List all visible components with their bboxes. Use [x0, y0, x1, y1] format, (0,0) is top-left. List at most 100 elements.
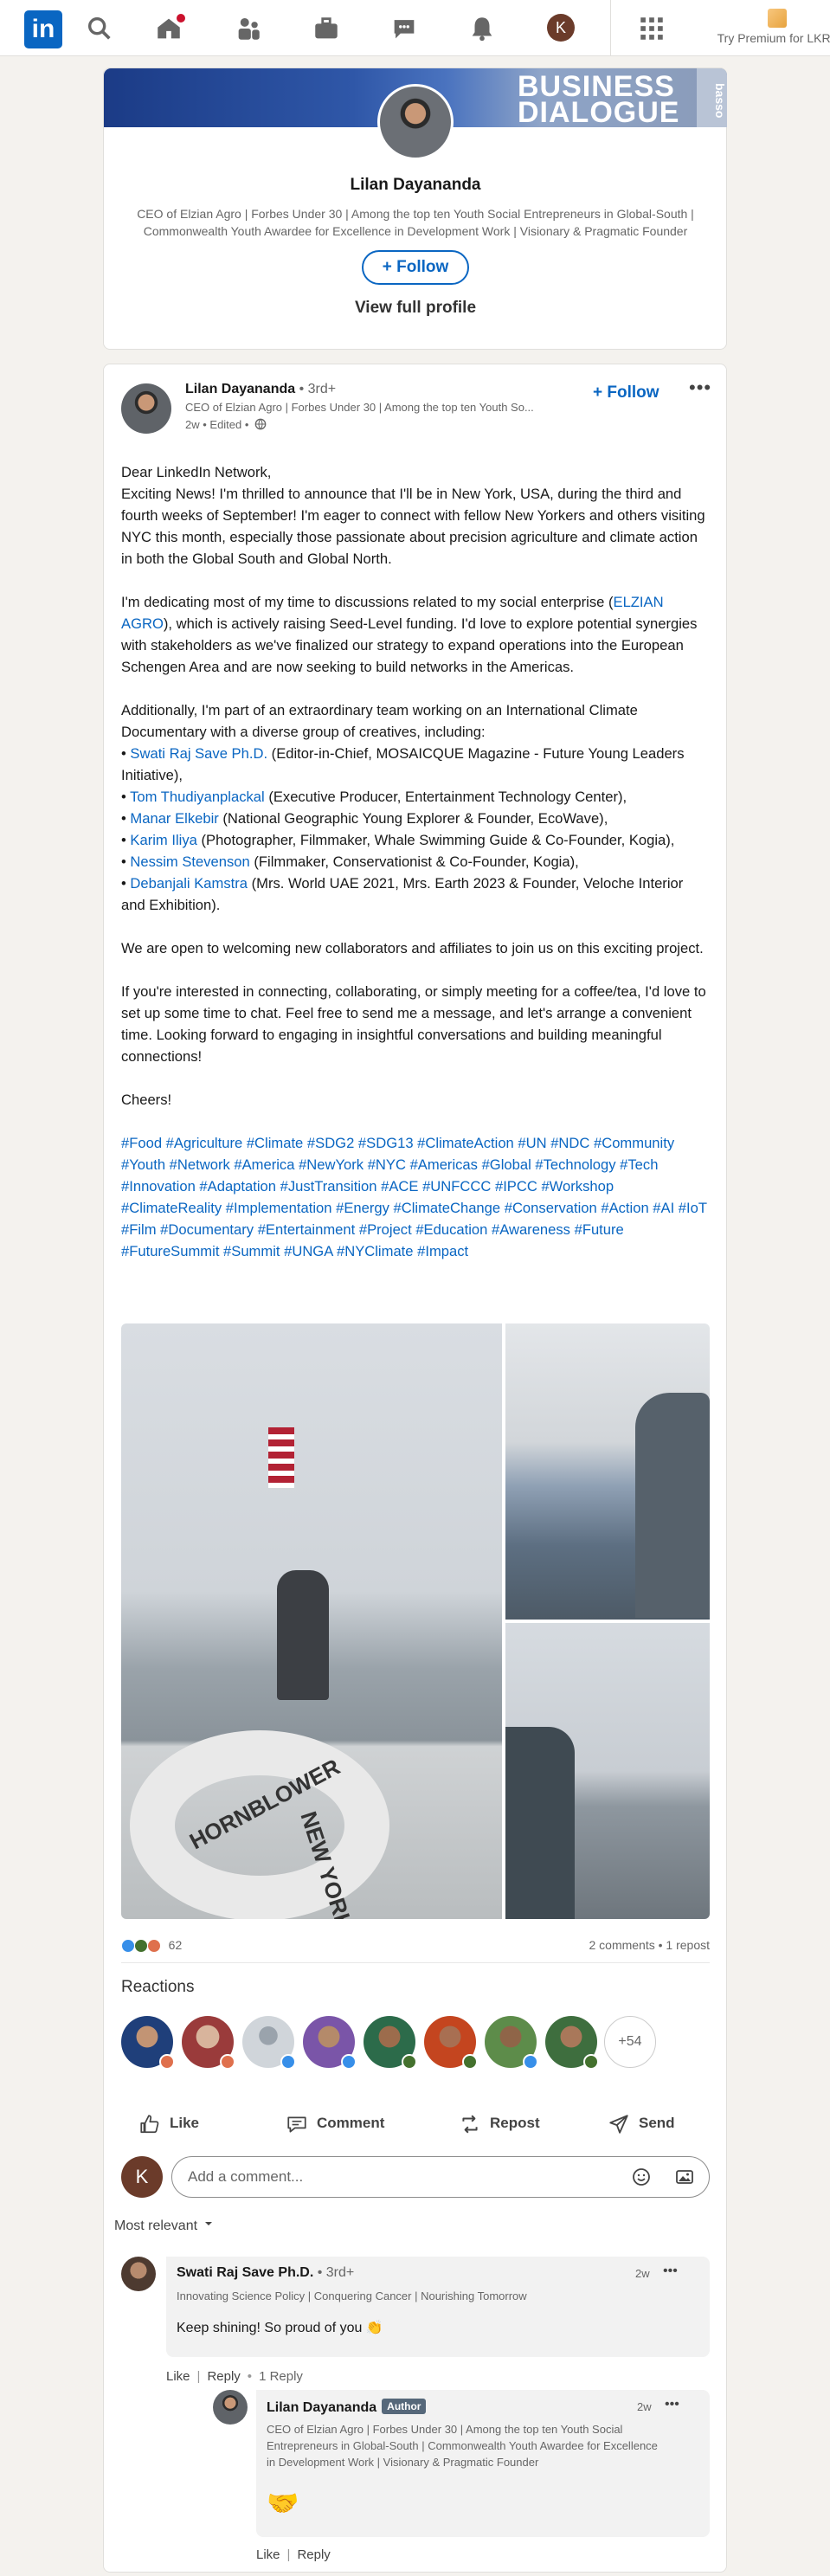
reactor-avatar-placeholder[interactable]	[242, 2016, 296, 2070]
reply-reply-button[interactable]: Reply	[297, 2547, 330, 2562]
linkedin-logo[interactable]: in	[24, 10, 62, 48]
reactor-avatar[interactable]	[364, 2016, 417, 2070]
commenter-headline: Innovating Science Policy | Conquering C…	[177, 2289, 527, 2302]
post-image-grid[interactable]: HORNBLOWER NEW YORK	[121, 1323, 710, 1919]
team-member-link[interactable]: Swati Raj Save Ph.D.	[130, 745, 267, 762]
like-reaction-icon	[280, 2054, 296, 2070]
post-author-headline: CEO of Elzian Agro | Forbes Under 30 | A…	[185, 401, 534, 414]
reply-more-icon[interactable]: •••	[665, 2397, 679, 2412]
team-member-link[interactable]: Manar Elkebir	[130, 810, 218, 827]
team-member-role: (Executive Producer, Entertainment Techn…	[264, 789, 627, 805]
team-member-role: (National Geographic Young Explorer & Fo…	[218, 810, 608, 827]
reactor-avatar[interactable]	[545, 2016, 599, 2070]
premium-label: Try Premium for LKR0	[717, 31, 830, 45]
repost-icon	[462, 2115, 478, 2133]
image-icon[interactable]	[674, 2167, 695, 2187]
profile-follow-button[interactable]: + Follow	[362, 250, 469, 285]
premium-icon	[768, 9, 787, 28]
thumbs-up-icon	[140, 2114, 159, 2133]
comment-like-button[interactable]: Like	[166, 2369, 190, 2384]
team-member-role: (Photographer, Filmmaker, Whale Swimming…	[196, 832, 675, 848]
profile-headline: CEO of Elzian Agro | Forbes Under 30 | A…	[137, 207, 694, 238]
team-member-link[interactable]: Karim Iliya	[130, 832, 196, 848]
view-full-profile-link[interactable]: View full profile	[104, 299, 727, 318]
network-icon[interactable]	[234, 14, 263, 43]
reaction-summary[interactable]: 62	[121, 1938, 182, 1954]
like-reaction-icon	[523, 2054, 538, 2070]
try-premium-link[interactable]: Try Premium for LKR0	[717, 9, 830, 45]
post-paragraph-5: If you're interested in connecting, coll…	[121, 983, 706, 1065]
comment-replies-link[interactable]: 1 Reply	[259, 2369, 303, 2384]
comment-actions: Like | Reply • 1 Reply	[166, 2369, 303, 2384]
reply-author-name[interactable]: Lilan Dayananda	[267, 2400, 376, 2415]
comment-reply-button[interactable]: Reply	[207, 2369, 240, 2384]
reply-like-button[interactable]: Like	[256, 2547, 280, 2562]
more-reactors-button[interactable]: +54	[604, 2016, 656, 2068]
post-image-skyline[interactable]	[505, 1323, 710, 1620]
post-author-name[interactable]: Lilan Dayananda	[185, 382, 295, 396]
reactor-avatar[interactable]	[182, 2016, 235, 2070]
emoji-icon[interactable]	[631, 2167, 652, 2187]
team-intro: Additionally, I'm part of an extraordina…	[121, 702, 638, 740]
post-paragraph-2: I'm dedicating most of my time to discus…	[121, 591, 710, 678]
post-image-boat[interactable]: HORNBLOWER NEW YORK	[121, 1323, 502, 1919]
team-member-link[interactable]: Nessim Stevenson	[130, 853, 249, 870]
post-author-avatar[interactable]	[121, 383, 171, 434]
profile-card: BUSINESS DIALOGUE basso Lilan Dayananda …	[103, 68, 727, 350]
repost-label: Repost	[490, 2115, 540, 2131]
person-on-boat	[277, 1570, 329, 1700]
comment-icon	[287, 2116, 306, 2133]
celebrate-reaction-icon	[133, 1939, 148, 1954]
reply-author-avatar[interactable]	[213, 2390, 248, 2425]
jobs-icon[interactable]	[312, 14, 341, 43]
comment-label: Comment	[317, 2115, 385, 2131]
divider	[121, 1962, 710, 1963]
comment-text: Keep shining! So proud of you 👏	[177, 2321, 383, 2335]
me-avatar[interactable]: K	[547, 14, 575, 42]
comment-button[interactable]: Comment	[286, 2104, 384, 2142]
commenter-name[interactable]: Swati Raj Save Ph.D.	[177, 2265, 313, 2280]
life-ring	[130, 1730, 389, 1919]
comments-reposts-count[interactable]: 2 comments • 1 repost	[493, 1938, 710, 1952]
send-button[interactable]: Send	[608, 2104, 675, 2142]
reactor-avatar[interactable]	[121, 2016, 175, 2070]
reactor-avatar[interactable]	[424, 2016, 478, 2070]
comment-input[interactable]: Add a comment...	[171, 2156, 710, 2198]
post-author-line[interactable]: Lilan Dayananda • 3rd+	[185, 382, 336, 397]
reply-author-headline: CEO of Elzian Agro | Forbes Under 30 | A…	[267, 2423, 658, 2469]
team-member-role: (Filmmaker, Conservationist & Co-Founder…	[249, 853, 579, 870]
post-image-river[interactable]	[505, 1623, 710, 1919]
reactor-avatar[interactable]	[485, 2016, 538, 2070]
love-reaction-icon	[220, 2054, 235, 2070]
notifications-icon[interactable]	[467, 14, 497, 43]
comment-more-icon[interactable]: •••	[663, 2264, 678, 2279]
repost-button[interactable]: Repost	[459, 2104, 540, 2142]
messaging-icon[interactable]	[389, 14, 419, 43]
reply-actions: Like | Reply	[256, 2547, 331, 2562]
team-member-link[interactable]: Debanjali Kamstra	[130, 875, 248, 892]
commenter-avatar[interactable]	[121, 2257, 156, 2291]
caret-down-icon	[204, 2222, 212, 2225]
post-hashtags[interactable]: #Food #Agriculture #Climate #SDG2 #SDG13…	[121, 1132, 710, 1262]
post-time-text: 2w • Edited •	[185, 418, 249, 431]
apps-grid-icon[interactable]	[637, 14, 666, 43]
us-flag	[268, 1427, 294, 1488]
team-member-link[interactable]: Tom Thudiyanplackal	[130, 789, 265, 805]
like-button[interactable]: Like	[138, 2104, 199, 2142]
profile-name[interactable]: Lilan Dayananda	[104, 176, 727, 195]
reactor-avatar[interactable]	[303, 2016, 357, 2070]
post-follow-button[interactable]: + Follow	[593, 383, 659, 402]
reply-time: 2w	[637, 2400, 652, 2413]
post-more-menu-icon[interactable]: •••	[689, 377, 711, 399]
like-reaction-icon	[341, 2054, 357, 2070]
commenter-name-line[interactable]: Swati Raj Save Ph.D. • 3rd+	[177, 2265, 354, 2281]
post-card: Lilan Dayananda • 3rd+ CEO of Elzian Agr…	[103, 364, 727, 2573]
like-label: Like	[170, 2115, 200, 2131]
para2-text-a: I'm dedicating most of my time to discus…	[121, 594, 614, 610]
profile-photo[interactable]	[377, 84, 454, 160]
post-timestamp: 2w • Edited •	[185, 418, 267, 431]
search-icon[interactable]	[85, 14, 114, 43]
sort-comments-dropdown[interactable]: Most relevant	[114, 2219, 214, 2234]
home-icon[interactable]	[154, 12, 187, 43]
reply-author-line[interactable]: Lilan Dayananda Author	[267, 2399, 427, 2416]
